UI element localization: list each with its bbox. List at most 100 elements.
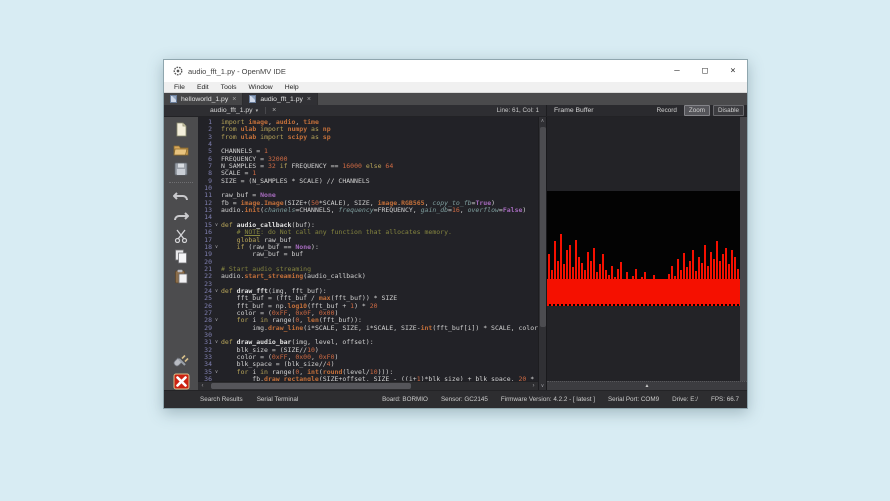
window-title: audio_fft_1.py - OpenMV IDE <box>188 67 663 76</box>
fft-bar <box>716 241 718 304</box>
code-line: 33 color = (0xFF, 0x00, 0xF0) <box>198 354 538 361</box>
fft-bar <box>623 279 625 304</box>
menu-file[interactable]: File <box>168 84 191 91</box>
fft-bar <box>554 241 556 304</box>
code-line: 32 blk_size = (SIZE//10) <box>198 347 538 354</box>
horizontal-scrollbar[interactable]: ‹ › <box>198 381 538 390</box>
redo-button[interactable] <box>171 207 191 225</box>
fold-marker-icon[interactable]: ∨ <box>212 339 221 346</box>
document-close-icon[interactable]: × <box>265 107 276 114</box>
fft-bar <box>656 288 658 304</box>
tab-bar: helloworld_1.py × audio_fft_1.py × <box>164 93 747 105</box>
fft-bar <box>626 272 628 304</box>
code-text: fft_buf = (fft_buf / max(fft_buf)) * SIZ… <box>221 295 538 302</box>
vscroll-thumb[interactable] <box>540 127 546 327</box>
code-text: fft_buf = np.log10(fft_buf + 1) * 20 <box>221 303 538 310</box>
expand-up-icon[interactable]: ▲ <box>645 382 650 390</box>
open-file-button[interactable] <box>171 140 191 158</box>
code-line: 2from ulab import numpy as np <box>198 126 538 133</box>
fold-gutter <box>212 347 221 354</box>
code-line: 25 fft_buf = (fft_buf / max(fft_buf)) * … <box>198 295 538 302</box>
code-line: 4 <box>198 141 538 148</box>
maximize-button[interactable]: □ <box>691 60 719 82</box>
fft-bar <box>614 277 616 304</box>
tab-close-icon[interactable]: × <box>232 96 236 103</box>
menu-window[interactable]: Window <box>243 84 279 91</box>
status-bar: Search Results Serial Terminal Board: BO… <box>164 390 747 408</box>
fold-marker-icon[interactable]: ∨ <box>212 222 221 229</box>
fft-bar <box>674 276 676 304</box>
fold-marker-icon[interactable]: ∨ <box>212 369 221 376</box>
fold-gutter <box>212 141 221 148</box>
code-text: SCALE = 1 <box>221 170 538 177</box>
stop-script-button[interactable] <box>171 372 191 390</box>
code-text: SIZE = (N_SAMPLES * SCALE) // CHANNELS <box>221 178 538 185</box>
fold-marker-icon[interactable]: ∨ <box>212 244 221 251</box>
menu-help[interactable]: Help <box>279 84 305 91</box>
tab-audio-fft[interactable]: audio_fft_1.py × <box>243 93 318 105</box>
python-file-icon <box>249 95 256 103</box>
paste-button[interactable] <box>171 267 191 285</box>
fold-gutter <box>212 119 221 126</box>
fold-gutter <box>212 185 221 192</box>
hscroll-thumb[interactable] <box>211 383 411 389</box>
hscroll-track[interactable] <box>207 382 529 390</box>
copy-button[interactable] <box>171 247 191 265</box>
menu-edit[interactable]: Edit <box>191 84 215 91</box>
new-file-button[interactable] <box>171 120 191 138</box>
fft-bar <box>596 272 598 304</box>
code-editor[interactable]: 1import image, audio, time2from ulab imp… <box>198 117 538 381</box>
frame-buffer-image[interactable] <box>547 191 740 306</box>
fft-bar <box>548 254 550 304</box>
tab-helloworld[interactable]: helloworld_1.py × <box>164 93 243 105</box>
fft-bar <box>728 264 730 304</box>
code-line: 29 img.draw_line(i*SCALE, SIZE, i*SCALE,… <box>198 325 538 332</box>
zoom-button[interactable]: Zoom <box>684 105 710 116</box>
cut-button[interactable] <box>171 227 191 245</box>
cut-icon <box>174 229 188 243</box>
code-line: 26 fft_buf = np.log10(fft_buf + 1) * 20 <box>198 303 538 310</box>
scroll-down-icon[interactable]: ∨ <box>539 382 546 390</box>
fft-bar <box>632 276 634 304</box>
frame-buffer-scrollbar[interactable] <box>740 117 747 381</box>
code-line: 27 color = (0xFF, 0x0F, 0x00) <box>198 310 538 317</box>
code-line: 22audio.start_streaming(audio_callback) <box>198 273 538 280</box>
frame-buffer-bottom-bar[interactable]: ▲ <box>547 381 747 390</box>
serial-terminal-toggle[interactable]: Serial Terminal <box>257 396 299 403</box>
scroll-up-icon[interactable]: ∧ <box>539 117 546 125</box>
fold-marker-icon[interactable]: ∨ <box>212 288 221 295</box>
fft-bar <box>578 257 580 304</box>
fold-gutter <box>212 237 221 244</box>
code-text: fb = image.Image(SIZE+(50*SCALE), SIZE, … <box>221 200 538 207</box>
search-results-toggle[interactable]: Search Results <box>200 396 243 403</box>
fft-bar <box>692 250 694 304</box>
record-button[interactable]: Record <box>653 106 681 115</box>
code-text: for i in range(0, int(round(level/10))): <box>221 369 538 376</box>
fft-bar <box>713 259 715 304</box>
fold-gutter <box>212 178 221 185</box>
code-text <box>221 214 538 221</box>
menu-bar: File Edit Tools Window Help <box>164 82 747 93</box>
title-bar[interactable]: audio_fft_1.py - OpenMV IDE – □ × <box>164 60 747 82</box>
save-icon <box>174 162 188 176</box>
code-text: if (raw_buf == None): <box>221 244 538 251</box>
fft-spectrum <box>547 191 740 304</box>
fft-bar <box>698 257 700 304</box>
menu-tools[interactable]: Tools <box>215 84 243 91</box>
combo-value: audio_fft_1.py <box>210 107 253 114</box>
open-document-combo[interactable]: audio_fft_1.py ▾ <box>210 107 258 114</box>
connect-button[interactable] <box>171 352 191 370</box>
minimize-button[interactable]: – <box>663 60 691 82</box>
close-button[interactable]: × <box>719 60 747 82</box>
save-button[interactable] <box>171 160 191 178</box>
code-text: # NOTE: do Not call any function that al… <box>221 229 538 236</box>
undo-button[interactable] <box>171 187 191 205</box>
scroll-right-icon[interactable]: › <box>529 382 538 390</box>
fft-bar <box>611 266 613 304</box>
fold-marker-icon[interactable]: ∨ <box>212 317 221 324</box>
vscroll-track[interactable] <box>539 125 546 382</box>
tab-close-icon[interactable]: × <box>307 96 311 103</box>
vertical-scrollbar[interactable]: ∧ ∨ <box>538 117 546 390</box>
scroll-left-icon[interactable]: ‹ <box>198 382 207 390</box>
disable-button[interactable]: Disable <box>713 105 744 116</box>
